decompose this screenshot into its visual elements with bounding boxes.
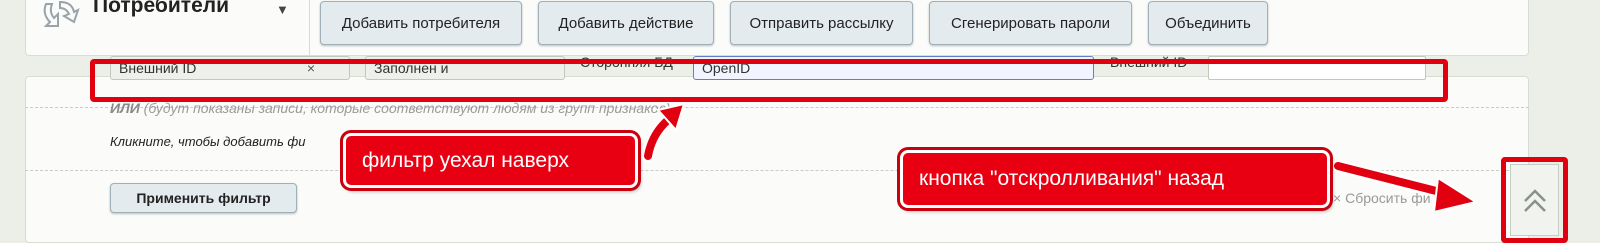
generate-passwords-button[interactable]: Сгенерировать пароли (929, 1, 1132, 45)
annotation-filter-frame (90, 59, 1448, 102)
add-consumer-button[interactable]: Добавить потребителя (320, 1, 522, 45)
annotation-filter-moved: фильтр уехал наверх (343, 133, 638, 188)
add-condition-link[interactable]: Кликните, чтобы добавить фи (110, 134, 306, 149)
annotation-arrow-up-icon (641, 102, 686, 162)
or-hint: ИЛИ (будут показаны записи, которые соот… (110, 100, 671, 116)
annotation-filter-moved-text: фильтр уехал наверх (362, 148, 570, 172)
page-title: Потребители (93, 0, 230, 17)
apply-filter-button[interactable]: Применить фильтр (110, 183, 297, 213)
or-keyword: ИЛИ (110, 100, 140, 116)
annotation-scroll-back-text: кнопка "отскролливания" назад (919, 167, 1225, 190)
add-action-button[interactable]: Добавить действие (538, 1, 714, 45)
annotation-scroll-button-frame (1501, 157, 1568, 243)
annotation-arrow-right-icon (1331, 159, 1479, 214)
merge-button[interactable]: Объединить (1148, 1, 1268, 45)
title-dropdown-caret[interactable]: ▼ (276, 2, 289, 17)
annotation-scroll-back: кнопка "отскролливания" назад (900, 150, 1330, 208)
header-divider (309, 0, 310, 56)
or-hint-text: (будут показаны записи, которые соответс… (143, 100, 671, 116)
send-mailing-button[interactable]: Отправить рассылку (730, 1, 913, 45)
sync-arrows-icon (43, 0, 80, 27)
